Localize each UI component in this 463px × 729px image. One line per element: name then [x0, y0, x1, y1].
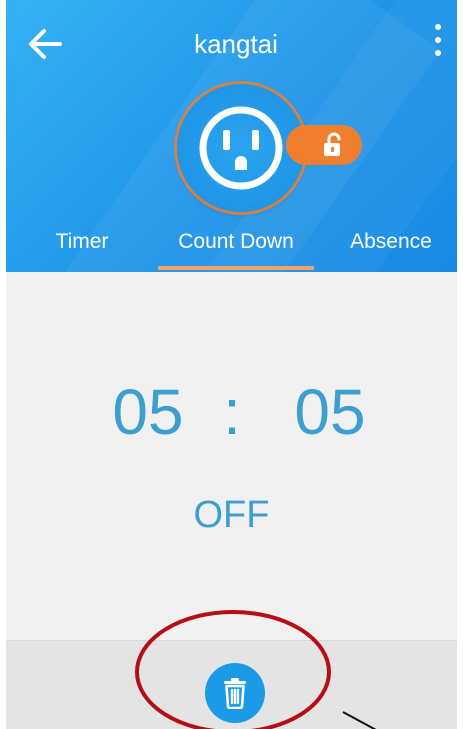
- back-button[interactable]: [24, 22, 68, 66]
- time-separator: :: [223, 376, 241, 448]
- unlocked-padlock-icon: [324, 132, 341, 156]
- bottom-action-bar: [6, 640, 457, 729]
- page-title: kangtai: [194, 29, 278, 59]
- app-screen: kangtai Timer Count Down Absence 05: 05…: [6, 0, 457, 729]
- trash-icon: [224, 678, 246, 709]
- countdown-minutes[interactable]: 05: [290, 372, 370, 452]
- tab-timer[interactable]: Timer: [26, 222, 138, 268]
- countdown-panel: 05 : 05 OFF: [6, 272, 457, 640]
- header: kangtai Timer Count Down Absence: [6, 0, 457, 272]
- countdown-state[interactable]: OFF: [6, 490, 457, 540]
- countdown-time-picker[interactable]: 05 : 05: [6, 372, 457, 452]
- countdown-hours[interactable]: 05: [108, 372, 188, 452]
- back-arrow-icon: [29, 29, 62, 59]
- power-outlet-icon: [199, 106, 283, 190]
- active-tab-indicator: [158, 266, 314, 270]
- lock-toggle[interactable]: [286, 125, 362, 165]
- tab-absence[interactable]: Absence: [336, 222, 446, 268]
- delete-button[interactable]: [205, 663, 265, 723]
- more-vertical-icon[interactable]: [426, 24, 450, 68]
- tab-bar: Timer Count Down Absence: [6, 222, 457, 272]
- tab-count-down[interactable]: Count Down: [158, 222, 314, 268]
